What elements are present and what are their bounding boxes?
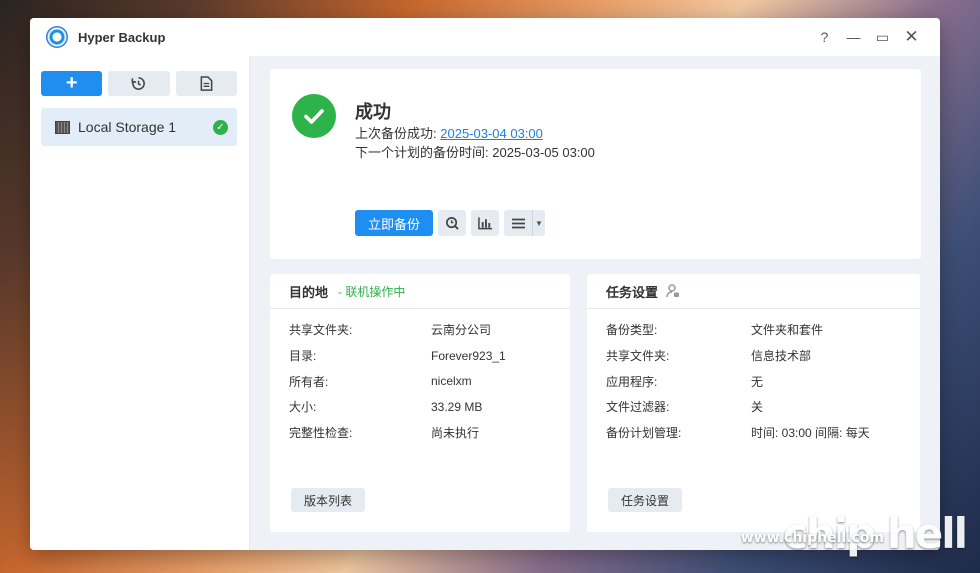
info-value: 文件夹和套件: [751, 323, 824, 338]
info-value: 尚未执行: [431, 426, 480, 441]
version-list-button[interactable]: 版本列表: [291, 488, 366, 512]
maximize-button[interactable]: ▭: [868, 29, 897, 46]
history-icon: [132, 77, 146, 90]
status-title: 成功: [355, 102, 391, 122]
task-settings-title: 任务设置: [606, 284, 659, 300]
search-clock-icon: [445, 216, 459, 230]
backup-log-button[interactable]: [175, 71, 237, 96]
success-check-icon: [292, 94, 336, 138]
watermark-url: www.chiphell.com: [740, 530, 884, 546]
info-value: 33.29 MB: [431, 399, 483, 414]
statistics-button[interactable]: [471, 210, 500, 236]
task-item-local-storage[interactable]: Local Storage 1 ✓: [41, 108, 237, 146]
info-row: 备份类型: 文件夹和套件: [606, 317, 920, 343]
title-bar[interactable]: Hyper Backup ? — ▭ ✕: [30, 18, 940, 56]
info-row: 目录: Forever923_1: [289, 343, 570, 369]
info-row: 大小: 33.29 MB: [289, 394, 570, 420]
info-value: Forever923_1: [431, 348, 506, 363]
help-button[interactable]: ?: [810, 29, 839, 45]
check-circle-icon: ✓: [213, 119, 228, 135]
info-key: 共享文件夹:: [606, 349, 670, 364]
storage-device-icon: [55, 120, 70, 134]
info-row: 共享文件夹: 信息技术部: [606, 343, 920, 369]
sidebar-toolbar: +: [41, 71, 237, 96]
last-backup-time-link[interactable]: 2025-03-04 03:00: [440, 126, 543, 141]
destination-header: 目的地 - 联机操作中: [270, 274, 570, 309]
status-actions: 立即备份 ▼: [355, 210, 546, 236]
info-key: 文件过滤器:: [606, 400, 670, 415]
info-key: 大小:: [289, 400, 317, 415]
hyper-backup-app-icon: [46, 26, 68, 48]
destination-status: - 联机操作中: [338, 284, 406, 299]
info-row: 共享文件夹: 云南分公司: [289, 317, 570, 343]
info-value: 时间: 03:00 间隔: 每天: [751, 426, 870, 441]
last-backup-label: 上次备份成功:: [355, 126, 437, 141]
last-backup-line: 上次备份成功: 2025-03-04 03:00: [355, 123, 543, 142]
task-settings-card: 任务设置 备份类型: 文件夹和套件 共享文件夹: 信息技术部 应用程序: 无 文件过滤…: [587, 274, 920, 532]
info-value: 无: [751, 374, 764, 389]
info-key: 完整性检查:: [289, 426, 353, 441]
info-key: 应用程序:: [606, 374, 658, 389]
hyper-backup-window: Hyper Backup ? — ▭ ✕ + Local Storage 1 ✓: [30, 18, 940, 550]
next-backup-line: 下一个计划的备份时间: 2025-03-05 03:00: [355, 142, 595, 161]
next-backup-time: 2025-03-05 03:00: [492, 145, 595, 160]
info-key: 备份类型:: [606, 323, 658, 338]
minimize-button[interactable]: —: [839, 29, 868, 45]
info-value: 信息技术部: [751, 349, 812, 364]
info-row: 文件过滤器: 关: [606, 394, 920, 420]
info-row: 所有者: nicelxm: [289, 368, 570, 394]
close-button[interactable]: ✕: [897, 27, 926, 47]
sidebar: + Local Storage 1 ✓: [30, 56, 250, 550]
info-key: 所有者:: [289, 374, 329, 389]
more-actions-dropdown[interactable]: ▼: [504, 210, 546, 236]
next-backup-label: 下一个计划的备份时间:: [355, 145, 489, 160]
task-settings-button[interactable]: 任务设置: [608, 488, 683, 512]
info-row: 应用程序: 无: [606, 368, 920, 394]
info-key: 共享文件夹:: [289, 323, 353, 338]
task-settings-header: 任务设置: [587, 274, 920, 309]
document-icon: [200, 76, 213, 91]
info-value: nicelxm: [431, 374, 472, 389]
status-card: 成功 上次备份成功: 2025-03-04 03:00 下一个计划的备份时间: …: [270, 69, 921, 259]
encryption-lock-icon: [666, 284, 680, 298]
version-explorer-button[interactable]: [438, 210, 467, 236]
destination-title: 目的地: [289, 284, 329, 300]
info-value: 云南分公司: [431, 323, 492, 338]
info-key: 备份计划管理:: [606, 426, 682, 441]
info-row: 备份计划管理: 时间: 03:00 间隔: 每天: [606, 420, 920, 446]
task-item-label: Local Storage 1: [78, 119, 177, 135]
menu-icon: [504, 210, 532, 236]
info-value: 关: [751, 400, 764, 415]
chevron-down-icon: ▼: [532, 210, 545, 236]
bar-chart-icon: [477, 217, 492, 230]
add-task-button[interactable]: +: [41, 71, 103, 96]
info-key: 目录:: [289, 349, 317, 364]
backup-now-button[interactable]: 立即备份: [355, 210, 434, 236]
main-panel: 成功 上次备份成功: 2025-03-04 03:00 下一个计划的备份时间: …: [250, 56, 940, 550]
window-title: Hyper Backup: [78, 29, 166, 45]
restore-button[interactable]: [108, 71, 170, 96]
info-row: 完整性检查: 尚未执行: [289, 420, 570, 446]
destination-card: 目的地 - 联机操作中 共享文件夹: 云南分公司 目录: Forever923_1 …: [270, 274, 570, 532]
